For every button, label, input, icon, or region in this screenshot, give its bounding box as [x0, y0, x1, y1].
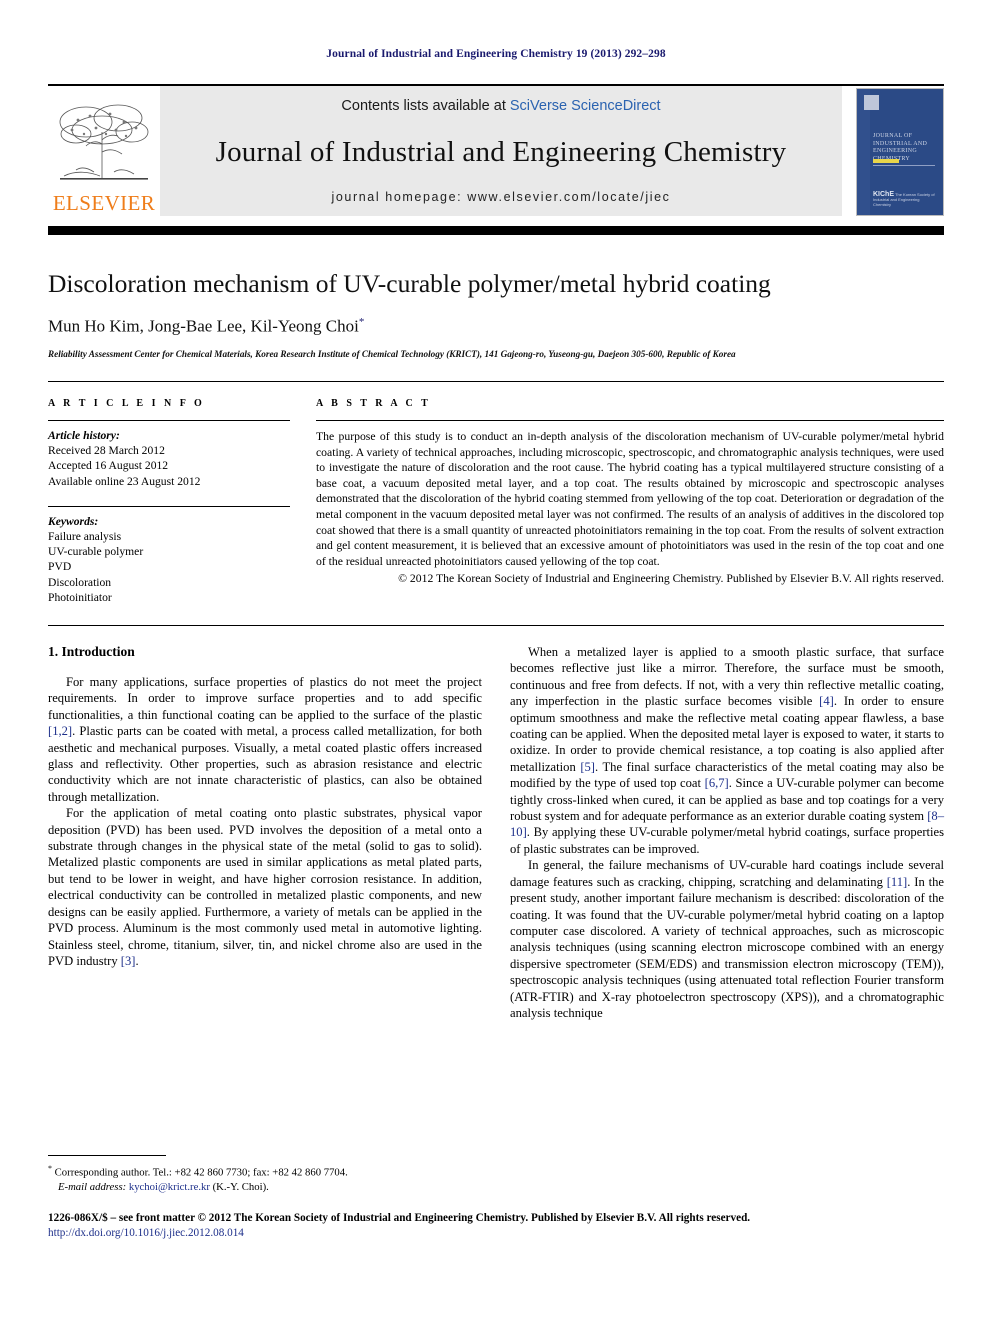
- paper-page: Journal of Industrial and Engineering Ch…: [0, 0, 992, 1323]
- abstract-copyright: © 2012 The Korean Society of Industrial …: [316, 571, 944, 587]
- info-abstract-region: A R T I C L E I N F O Article history: R…: [48, 380, 944, 605]
- journal-cover-thumbnail[interactable]: Journal of Industrial and Engineering Ch…: [856, 88, 944, 216]
- keyword-item: PVD: [48, 560, 72, 574]
- body-paragraph: When a metalized layer is applied to a s…: [510, 645, 945, 856]
- footnote-text: * Corresponding author. Tel.: +82 42 860…: [48, 1162, 478, 1194]
- running-head: Journal of Industrial and Engineering Ch…: [326, 48, 666, 60]
- sciencedirect-link[interactable]: SciVerse ScienceDirect: [510, 98, 661, 114]
- elsevier-logo: ELSEVIER: [48, 86, 160, 216]
- doi-link[interactable]: http://dx.doi.org/10.1016/j.jiec.2012.08…: [48, 1226, 948, 1241]
- article-info-heading: A R T I C L E I N F O: [48, 397, 205, 409]
- copyright-text: © 2012 The Korean Society of Industrial …: [398, 572, 944, 586]
- keyword-item: UV-curable polymer: [48, 545, 144, 559]
- body-paragraph: For many applications, surface propertie…: [48, 675, 482, 804]
- masthead-center: Contents lists available at SciVerse Sci…: [160, 86, 842, 216]
- corresponding-author-marker: *: [358, 316, 365, 329]
- section-title-introduction: 1. Introduction: [48, 644, 135, 659]
- footnote-line1: Corresponding author. Tel.: +82 42 860 7…: [54, 1166, 348, 1179]
- contents-prefix: Contents lists available at: [341, 98, 510, 114]
- page-title: Discoloration mechanism of UV-curable po…: [48, 269, 771, 298]
- cover-logo-icon: [864, 95, 879, 110]
- footnote-rule: [48, 1155, 166, 1156]
- email-label: E-mail address:: [58, 1180, 127, 1193]
- journal-homepage[interactable]: journal homepage: www.elsevier.com/locat…: [331, 190, 670, 204]
- body-columns: 1. Introduction For many applications, s…: [48, 644, 944, 1021]
- cover-rule: [873, 165, 935, 166]
- body-paragraph: In general, the failure mechanisms of UV…: [510, 858, 944, 1020]
- article-history-item: Accepted 16 August 2012: [48, 459, 169, 473]
- page-footer: 1226-086X/$ – see front matter © 2012 Th…: [48, 1211, 948, 1241]
- abstract-heading: A B S T R A C T: [316, 397, 431, 409]
- masthead-black-bar: [48, 226, 944, 235]
- article-history-group: Article history: Received 28 March 2012 …: [48, 421, 290, 489]
- citation-ref[interactable]: [8–10]: [510, 809, 944, 839]
- email-owner: (K.-Y. Choi).: [212, 1180, 269, 1193]
- citation-ref[interactable]: [4]: [819, 694, 834, 708]
- article-info-column: A R T I C L E I N F O Article history: R…: [48, 398, 290, 605]
- body-column-left: 1. Introduction For many applications, s…: [48, 644, 482, 1021]
- author-list: Mun Ho Kim, Jong-Bae Lee, Kil-Yeong Choi…: [48, 316, 944, 337]
- keyword-item: Discoloration: [48, 575, 112, 589]
- author-names: Mun Ho Kim, Jong-Bae Lee, Kil-Yeong Choi: [48, 316, 359, 336]
- contents-list-line: Contents lists available at SciVerse Sci…: [341, 98, 660, 114]
- journal-title: Journal of Industrial and Engineering Ch…: [215, 135, 787, 168]
- citation-ref[interactable]: [3]: [121, 954, 136, 968]
- journal-masthead: ELSEVIER Contents lists available at Sci…: [48, 84, 944, 216]
- citation-ref[interactable]: [5]: [580, 760, 595, 774]
- body-paragraph: For the application of metal coating ont…: [48, 806, 482, 968]
- abstract-text: The purpose of this study is to conduct …: [316, 429, 944, 568]
- elsevier-tree-icon: [59, 104, 149, 180]
- footnote-marker: *: [48, 1164, 52, 1173]
- keywords-group: Keywords: Failure analysis UV-curable po…: [48, 505, 290, 605]
- body-separator: [48, 625, 944, 626]
- article-history-item: Received 28 March 2012: [48, 444, 165, 458]
- article-history-item: Available online 23 August 2012: [48, 474, 201, 488]
- cover-footer: KIChE The Korean Society of Industrial a…: [873, 191, 937, 207]
- citation-ref[interactable]: [6,7]: [705, 776, 729, 790]
- elsevier-wordmark: ELSEVIER: [52, 191, 156, 215]
- citation-ref[interactable]: [1,2]: [48, 724, 72, 738]
- email-link[interactable]: kychoi@krict.re.kr: [129, 1181, 210, 1193]
- affiliation: Reliability Assessment Center for Chemic…: [48, 348, 736, 359]
- keyword-item: Failure analysis: [48, 529, 122, 543]
- keywords-label: Keywords:: [48, 514, 99, 528]
- title-block: Discoloration mechanism of UV-curable po…: [48, 269, 944, 359]
- article-history-label: Article history:: [48, 428, 120, 442]
- abstract-column: A B S T R A C T The purpose of this stud…: [316, 398, 944, 605]
- keyword-item: Photoinitiator: [48, 590, 112, 604]
- corresponding-author-footnote: * Corresponding author. Tel.: +82 42 860…: [48, 1155, 478, 1194]
- body-column-right: When a metalized layer is applied to a s…: [510, 644, 944, 1021]
- citation-ref[interactable]: [11]: [887, 875, 908, 889]
- front-matter-line: 1226-086X/$ – see front matter © 2012 Th…: [48, 1212, 751, 1224]
- cover-accent-bar: [873, 159, 899, 163]
